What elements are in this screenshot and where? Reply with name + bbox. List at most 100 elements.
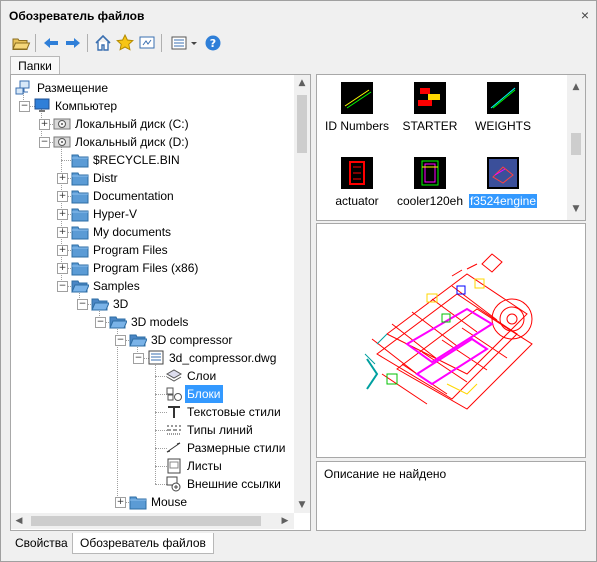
block-thumbnail[interactable] [341, 157, 373, 189]
collapse-icon[interactable]: − [39, 137, 50, 148]
tree-node[interactable]: − 3D models [11, 313, 293, 331]
tree-vertical-scrollbar[interactable]: ▲ ▼ [294, 75, 310, 513]
collapse-icon[interactable]: − [19, 101, 30, 112]
tree-node-label: 3D compressor [151, 333, 233, 347]
block-name[interactable]: WEIGHTS [475, 119, 531, 133]
tree-node[interactable]: + My documents [11, 223, 293, 241]
block-label: actuator [317, 194, 397, 208]
palette-scroll-up[interactable]: ▲ [568, 79, 584, 95]
dimstyle-icon [165, 440, 183, 456]
blocks-palette: ID Numbers STARTER WEIGHTS actuator cooler12… [316, 74, 586, 221]
collapse-icon[interactable]: − [95, 317, 106, 328]
block-thumbnail[interactable] [487, 157, 519, 189]
tree-node[interactable]: + Mouse [11, 493, 293, 511]
expand-icon[interactable]: + [39, 119, 50, 130]
tree-node[interactable]: + Локальный диск (C:) [11, 115, 293, 133]
palette-scrollbar[interactable]: ▲ ▼ [567, 75, 585, 220]
block-preview [316, 223, 586, 458]
tree-node-label: Program Files (x86) [93, 261, 199, 275]
scroll-up-arrow[interactable]: ▲ [294, 75, 310, 91]
drive-icon [53, 116, 71, 132]
folder-icon [71, 152, 89, 168]
views-icon[interactable] [169, 33, 189, 53]
tree-node-label: Внешние ссылки [187, 477, 281, 491]
tree-node[interactable]: + Distr [11, 169, 293, 187]
folder-open-icon [129, 332, 147, 348]
folder-icon [71, 242, 89, 258]
tab-folders[interactable]: Папки [10, 56, 60, 75]
text-style-icon [165, 404, 183, 420]
window-title: Обозреватель файлов [9, 9, 145, 23]
expand-icon[interactable]: + [57, 191, 68, 202]
favorites-icon[interactable] [115, 33, 135, 53]
palette-scroll-thumb[interactable] [571, 133, 581, 155]
block-name[interactable]: cooler120eh [397, 194, 463, 208]
back-icon[interactable] [41, 33, 61, 53]
dropdown-icon[interactable] [189, 33, 199, 53]
expand-icon[interactable]: + [57, 227, 68, 238]
block-thumbnail[interactable] [414, 82, 446, 114]
tree-node-label: Program Files [93, 243, 168, 257]
expand-icon[interactable]: + [57, 209, 68, 220]
tree-node-label: Локальный диск (D:) [75, 135, 189, 149]
tree-node[interactable]: Размещение [11, 79, 293, 97]
folder-open-icon [71, 278, 89, 294]
folder-open-icon [91, 296, 109, 312]
scroll-thumb-horizontal[interactable] [31, 516, 261, 526]
tree-node[interactable]: − Samples [11, 277, 293, 295]
tree-node[interactable]: − 3D compressor [11, 331, 293, 349]
block-thumbnail[interactable] [341, 82, 373, 114]
block-name[interactable]: ID Numbers [325, 119, 389, 133]
scroll-down-arrow[interactable]: ▼ [294, 497, 310, 513]
tree-node[interactable]: Слои [11, 367, 293, 385]
tree-node[interactable]: Типы линий [11, 421, 293, 439]
palette-scroll-down[interactable]: ▼ [568, 201, 584, 217]
tree-node-label: Типы линий [187, 423, 253, 437]
forward-icon[interactable] [63, 33, 83, 53]
tree-node[interactable]: Текстовые стили [11, 403, 293, 421]
open-folder-icon[interactable] [11, 33, 31, 53]
tree-node[interactable]: Листы [11, 457, 293, 475]
block-thumbnail[interactable] [414, 157, 446, 189]
collapse-icon[interactable]: − [77, 299, 88, 310]
block-name[interactable]: f3524engine [468, 194, 538, 208]
tab-file-browser[interactable]: Обозреватель файлов [72, 533, 214, 554]
tree-node[interactable]: + Documentation [11, 187, 293, 205]
tree-node[interactable]: + Hyper-V [11, 205, 293, 223]
tree-node[interactable]: − Компьютер [11, 97, 293, 115]
collapse-icon[interactable]: − [57, 281, 68, 292]
collapse-icon[interactable]: − [133, 353, 144, 364]
tab-properties[interactable]: Свойства [8, 533, 75, 553]
scroll-thumb[interactable] [297, 95, 307, 153]
tree-node[interactable]: − 3d_compressor.dwg [11, 349, 293, 367]
expand-icon[interactable]: + [57, 173, 68, 184]
scroll-right-arrow[interactable]: ▶ [277, 513, 293, 529]
tree-node[interactable]: − 3D [11, 295, 293, 313]
tree-node[interactable]: + Program Files (x86) [11, 259, 293, 277]
tree-node[interactable]: Внешние ссылки [11, 475, 293, 493]
block-name[interactable]: STARTER [403, 119, 458, 133]
tree-node[interactable]: + Program Files [11, 241, 293, 259]
expand-icon[interactable]: + [115, 497, 126, 508]
xref-icon [165, 476, 183, 492]
collapse-icon[interactable]: − [115, 335, 126, 346]
home-icon[interactable] [93, 33, 113, 53]
folder-open-icon [109, 314, 127, 330]
tree-horizontal-scrollbar[interactable]: ◀ ▶ [11, 513, 294, 529]
expand-icon[interactable]: + [57, 245, 68, 256]
tree-node-label: Блоки [185, 385, 223, 403]
tree-node[interactable]: − Локальный диск (D:) [11, 133, 293, 151]
block-name[interactable]: actuator [335, 194, 378, 208]
description-text: Описание не найдено [324, 467, 447, 481]
expand-icon[interactable]: + [57, 263, 68, 274]
tree-node[interactable]: $RECYCLE.BIN [11, 151, 293, 169]
block-thumbnail[interactable] [487, 82, 519, 114]
folder-icon [71, 170, 89, 186]
scroll-left-arrow[interactable]: ◀ [11, 513, 27, 529]
desktop-icon[interactable] [137, 33, 157, 53]
close-icon[interactable]: × [577, 7, 593, 23]
help-icon[interactable]: ? [203, 33, 223, 53]
tree-node[interactable]: Размерные стили [11, 439, 293, 457]
tree-node[interactable]: Блоки [11, 385, 293, 403]
tree-node-label: Размерные стили [187, 441, 286, 455]
